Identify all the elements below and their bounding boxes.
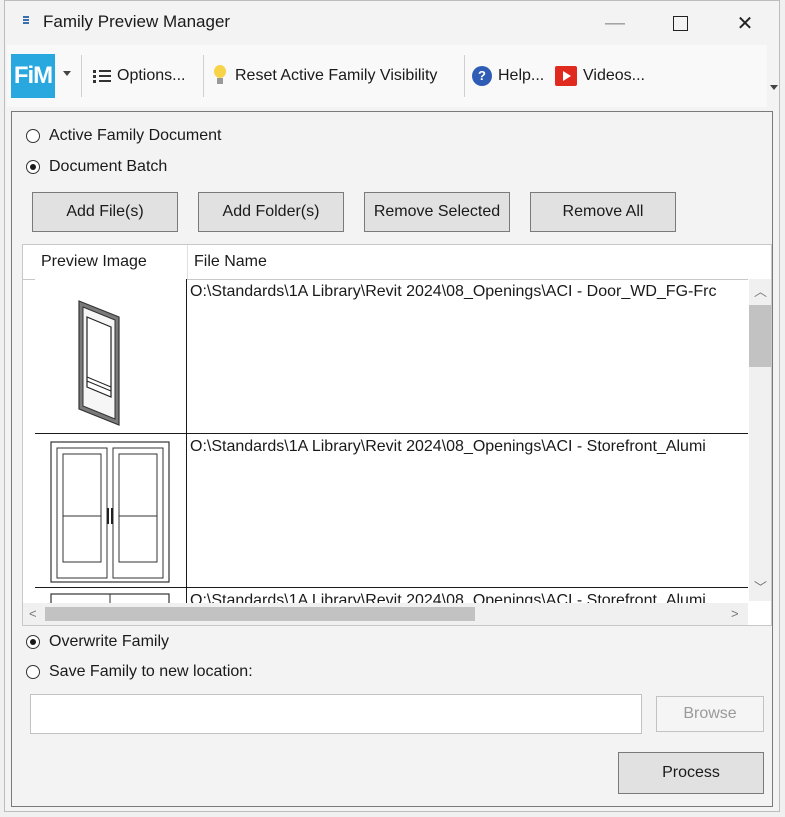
maximize-icon [672,15,688,31]
lightbulb-icon [213,65,227,87]
toolbar-separator [81,55,82,97]
radio-circle [26,665,40,679]
maximize-button[interactable] [650,1,710,45]
fim-logo-button[interactable]: FiM [11,54,55,98]
options-button[interactable]: Options... [93,45,185,107]
close-button[interactable]: ✕ [715,1,775,45]
vertical-scroll-thumb[interactable] [749,305,771,367]
radio-circle-checked [26,635,40,649]
toolbar-separator [464,55,465,97]
videos-button[interactable]: Videos... [555,45,645,107]
app-menu-icon[interactable] [23,15,33,25]
title-bar: Family Preview Manager — ✕ [5,1,779,45]
add-files-button[interactable]: Add File(s) [32,192,178,232]
reset-visibility-button[interactable]: Reset Active Family Visibility [213,45,437,107]
help-button[interactable]: ? Help... [472,45,544,107]
main-panel: Active Family Document Document Batch Ad… [11,111,773,807]
scroll-right-icon[interactable]: > [731,607,739,621]
radio-circle [26,129,40,143]
browse-button[interactable]: Browse [656,696,764,732]
column-header-preview-image[interactable]: Preview Image [41,245,147,279]
radio-overwrite-family[interactable]: Overwrite Family [26,630,169,654]
minimize-button[interactable]: — [585,1,645,45]
radio-label: Overwrite Family [49,633,170,650]
close-icon: ✕ [736,12,754,35]
preview-cell [35,279,187,433]
minimize-icon: — [605,11,625,34]
toolbar-separator [203,55,204,97]
reset-visibility-label: Reset Active Family Visibility [235,67,438,84]
new-location-path-field[interactable] [30,694,642,734]
file-name-cell: O:\Standards\1A Library\Revit 2024\08_Op… [190,283,717,300]
column-divider [187,245,188,279]
help-label: Help... [498,67,545,84]
preview-cell [35,434,187,587]
help-icon: ? [472,66,492,86]
file-name-cell: O:\Standards\1A Library\Revit 2024\08_Op… [190,438,706,455]
scroll-up-icon[interactable]: ︿ [754,285,767,299]
horizontal-scroll-thumb[interactable] [45,607,475,621]
scroll-down-icon[interactable]: ﹀ [754,581,767,595]
radio-active-family-document[interactable]: Active Family Document [26,124,222,148]
single-door-preview-image [78,300,120,426]
logo-dropdown-icon[interactable] [63,71,71,76]
double-door-preview-image [50,441,170,583]
remove-selected-button[interactable]: Remove Selected [364,192,510,232]
radio-label: Document Batch [49,158,168,175]
video-play-icon [555,66,577,86]
radio-circle-checked [26,160,40,174]
scroll-left-icon[interactable]: < [29,607,37,621]
table-row[interactable]: O:\Standards\1A Library\Revit 2024\08_Op… [35,279,748,434]
toolbar: FiM Options... Reset Active Family Visib… [7,45,767,107]
remove-all-button[interactable]: Remove All [530,192,676,232]
radio-save-to-new-location[interactable]: Save Family to new location: [26,660,253,684]
radio-label: Active Family Document [49,127,222,144]
family-preview-manager-window: Family Preview Manager — ✕ FiM Options..… [4,0,780,812]
process-button[interactable]: Process [618,752,764,794]
list-icon [93,69,111,83]
column-header-file-name[interactable]: File Name [194,245,267,279]
file-grid: Preview Image File Name O:\Standards\1A … [22,244,772,626]
table-row[interactable]: O:\Standards\1A Library\Revit 2024\08_Op… [35,434,748,588]
options-label: Options... [117,67,186,84]
add-folder-button[interactable]: Add Folder(s) [198,192,344,232]
videos-label: Videos... [583,67,645,84]
toolbar-overflow-icon[interactable] [770,85,778,90]
grid-header: Preview Image File Name [23,245,748,280]
window-title: Family Preview Manager [43,12,231,31]
radio-document-batch[interactable]: Document Batch [26,155,167,179]
radio-label: Save Family to new location: [49,663,253,680]
